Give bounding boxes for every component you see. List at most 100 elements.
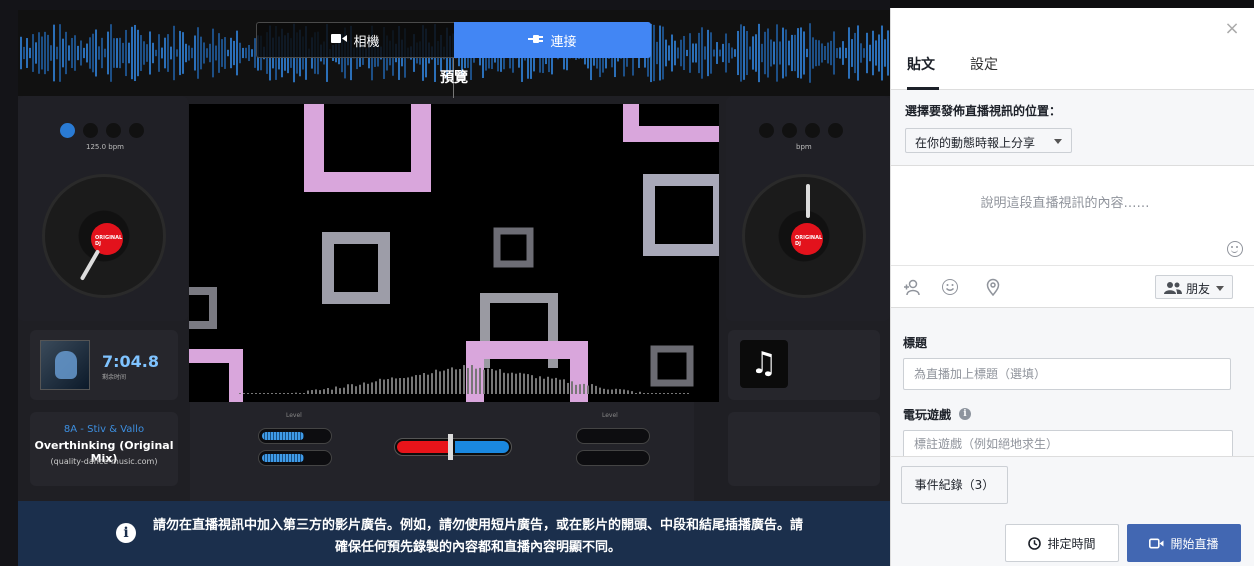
waveform-bar <box>857 25 859 81</box>
tag-friends-icon[interactable] <box>903 278 921 296</box>
waveform-bar <box>68 45 70 61</box>
spectrum-bar <box>267 393 269 394</box>
emoji-icon[interactable] <box>1227 241 1243 257</box>
title-input[interactable] <box>903 358 1231 390</box>
waveform-bar <box>62 38 64 68</box>
waveform-bar <box>833 31 835 75</box>
cue-dot <box>83 123 98 138</box>
waveform-bar <box>59 24 61 82</box>
cue-dot <box>828 123 843 138</box>
visual-shape <box>650 345 694 387</box>
waveform-bar <box>44 31 46 75</box>
schedule-button[interactable]: 排定時間 <box>1005 524 1119 562</box>
spectrum-bar <box>551 378 553 394</box>
publish-location-select[interactable]: 在你的動態時報上分享 <box>905 128 1072 153</box>
spectrum-bar <box>531 375 533 394</box>
location-pin-icon[interactable] <box>984 278 1002 296</box>
tab-post[interactable]: 貼文 <box>907 54 939 90</box>
spectrum-bar <box>391 377 393 394</box>
spectrum-bar <box>443 370 445 394</box>
spectrum-bar <box>447 368 449 394</box>
spectrum-bar <box>403 378 405 394</box>
spectrum-bar <box>299 393 301 394</box>
level-label-left: Level <box>286 412 302 419</box>
waveform-bar <box>755 34 757 72</box>
spectrum-bar <box>327 388 329 394</box>
tab-settings[interactable]: 設定 <box>970 54 998 90</box>
waveform-bar <box>662 26 664 80</box>
waveform-bar <box>137 29 139 77</box>
track-site: (quality-dance-music.com) <box>50 457 158 466</box>
waveform-bar <box>182 32 184 74</box>
waveform-bar <box>704 46 706 60</box>
cue-dot <box>106 123 121 138</box>
spectrum-bar <box>291 393 293 394</box>
waveform-bar <box>128 42 130 64</box>
waveform-bar <box>71 37 73 69</box>
audience-selector[interactable]: 朋友 <box>1155 275 1233 299</box>
waveform-bar <box>809 23 811 83</box>
info-icon[interactable]: i <box>959 408 971 420</box>
spectrum-bar <box>247 393 249 394</box>
waveform-bar <box>722 43 724 63</box>
go-live-button[interactable]: 開始直播 <box>1127 524 1241 562</box>
camera-tab[interactable]: 相機 <box>256 22 454 58</box>
waveform-bar <box>863 48 865 58</box>
spectrum-bar <box>375 381 377 394</box>
event-log-button[interactable]: 事件紀錄（3） <box>901 466 1008 504</box>
waveform-bar <box>179 30 181 76</box>
spectrum-bar <box>271 393 273 394</box>
waveform-bar <box>212 28 214 78</box>
spectrum-bar <box>611 389 613 394</box>
waveform-bar <box>788 40 790 66</box>
spectrum-bar <box>279 393 281 394</box>
stream-details-section: 標題 電玩遊戲 i <box>891 308 1254 456</box>
spectrum-bar <box>643 393 645 394</box>
spectrum-bar <box>395 378 397 394</box>
game-label: 電玩遊戲 <box>903 408 952 422</box>
waveform-bar <box>821 43 823 63</box>
waveform-bar <box>860 43 862 63</box>
connect-tab[interactable]: 連接 <box>454 22 651 58</box>
spectrum-bar <box>307 390 309 394</box>
waveform-bar <box>53 24 55 82</box>
spectrum-bar <box>411 376 413 394</box>
waveform-bar <box>50 45 52 61</box>
cue-dot <box>60 123 75 138</box>
spectrum-bar <box>651 393 653 394</box>
waveform-bar <box>224 37 226 69</box>
spectrum-bar <box>491 368 493 394</box>
waveform-bar <box>161 47 163 59</box>
close-icon[interactable]: × <box>1223 20 1241 38</box>
spectrum-bar <box>687 393 689 394</box>
spectrum-bar <box>451 367 453 394</box>
right-needle <box>806 184 810 218</box>
waveform-bar <box>689 33 691 73</box>
spectrum-bar <box>599 387 601 394</box>
spectrum-bar <box>559 379 561 394</box>
spectrum-bar <box>575 384 577 394</box>
spectrum-bar <box>615 388 617 394</box>
waveform-bar <box>881 25 883 81</box>
waveform-bar <box>656 41 658 65</box>
spectrum-bar <box>287 393 289 394</box>
mixer: Level Level <box>190 402 694 501</box>
level-meter-left-1 <box>258 428 332 444</box>
live-sidebar: × 貼文 設定 選擇要發佈直播視訊的位置： 在你的動態時報上分享 說明這段直播視… <box>890 8 1254 566</box>
publish-location-value: 在你的動態時報上分享 <box>915 136 1036 150</box>
waveform-bar <box>767 28 769 78</box>
level-meter-left-2 <box>258 450 332 466</box>
waveform-bar <box>197 27 199 79</box>
description-input[interactable] <box>905 188 1225 218</box>
game-input[interactable] <box>903 430 1233 456</box>
record-label-text: ORIGINAL DJ <box>795 235 823 247</box>
spectrum-bar <box>523 373 525 394</box>
visual-shape <box>189 287 217 329</box>
waveform-bar <box>191 47 193 59</box>
waveform-bar <box>800 27 802 79</box>
spectrum-bar <box>407 377 409 394</box>
feeling-icon[interactable] <box>942 279 958 295</box>
waveform-bar <box>164 37 166 69</box>
waveform-bar <box>116 38 118 68</box>
crossfader-knob <box>448 434 453 460</box>
